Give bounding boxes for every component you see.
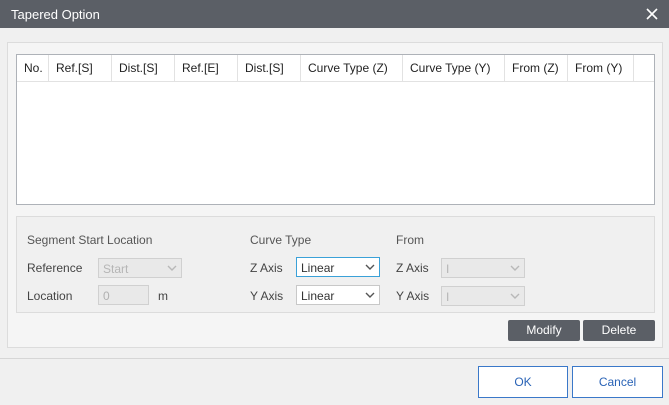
curve-type-y-label: Y Axis	[250, 289, 284, 303]
modify-button[interactable]: Modify	[508, 320, 580, 341]
column-header-ref-s[interactable]: Ref.[S]	[49, 55, 112, 82]
segment-table[interactable]: No. Ref.[S] Dist.[S] Ref.[E] Dist.[S] Cu…	[16, 54, 655, 205]
from-z-label: Z Axis	[396, 261, 429, 275]
location-label: Location	[27, 289, 73, 303]
column-header-no[interactable]: No.	[17, 55, 49, 82]
column-header-ref-e[interactable]: Ref.[E]	[175, 55, 238, 82]
chevron-down-icon	[510, 293, 520, 299]
reference-dropdown[interactable]: Start	[98, 258, 182, 278]
column-header-dist-s[interactable]: Dist.[S]	[112, 55, 175, 82]
title-bar: Tapered Option	[0, 0, 669, 28]
column-header-dist-e[interactable]: Dist.[S]	[238, 55, 301, 82]
segment-start-location-header: Segment Start Location	[27, 233, 153, 247]
chevron-down-icon	[365, 292, 375, 298]
curve-type-z-dropdown[interactable]: Linear	[296, 257, 380, 277]
from-y-value: I	[446, 290, 450, 304]
reference-label: Reference	[27, 261, 83, 275]
cancel-button[interactable]: Cancel	[572, 366, 663, 398]
location-unit: m	[158, 289, 168, 303]
reference-value: Start	[103, 262, 129, 276]
from-y-dropdown[interactable]: I	[441, 286, 525, 306]
column-header-curve-type-z[interactable]: Curve Type (Z)	[301, 55, 403, 82]
curve-type-y-value: Linear	[301, 289, 335, 303]
footer-divider	[0, 358, 669, 359]
close-icon[interactable]	[643, 5, 661, 23]
column-header-from-z[interactable]: From (Z)	[505, 55, 568, 82]
location-value: 0	[103, 289, 110, 303]
chevron-down-icon	[167, 265, 177, 271]
curve-type-y-dropdown[interactable]: Linear	[296, 285, 380, 305]
column-header-from-y[interactable]: From (Y)	[568, 55, 634, 82]
curve-type-z-label: Z Axis	[250, 261, 283, 275]
ok-button[interactable]: OK	[478, 366, 568, 398]
curve-type-header: Curve Type	[250, 233, 312, 247]
table-header: No. Ref.[S] Dist.[S] Ref.[E] Dist.[S] Cu…	[17, 55, 654, 82]
curve-type-z-value: Linear	[301, 261, 335, 275]
from-header: From	[396, 233, 424, 247]
chevron-down-icon	[365, 264, 375, 270]
from-z-value: I	[446, 262, 450, 276]
column-header-curve-type-y[interactable]: Curve Type (Y)	[403, 55, 505, 82]
chevron-down-icon	[510, 265, 520, 271]
window-title: Tapered Option	[11, 7, 100, 22]
from-z-dropdown[interactable]: I	[441, 258, 525, 278]
delete-button[interactable]: Delete	[583, 320, 655, 341]
location-input[interactable]: 0	[98, 285, 149, 305]
from-y-label: Y Axis	[396, 289, 430, 303]
